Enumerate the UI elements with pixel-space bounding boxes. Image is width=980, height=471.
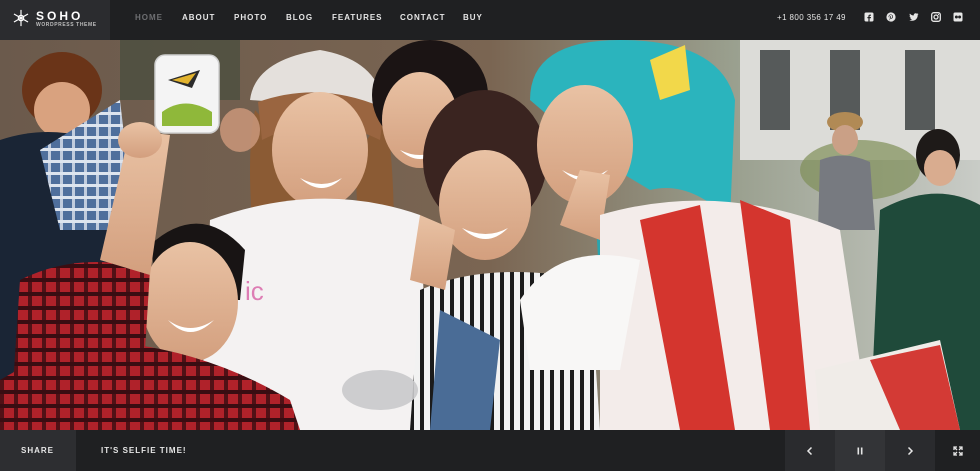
share-button[interactable]: SHARE xyxy=(0,430,76,471)
cosplay-selfie-photo: ic xyxy=(0,40,980,430)
nav-item-blog[interactable]: BLOG xyxy=(286,13,313,22)
nav-item-home[interactable]: HOME xyxy=(135,13,163,22)
next-arrow-icon xyxy=(907,446,914,455)
pause-slide-button[interactable] xyxy=(835,430,885,471)
logo[interactable]: SOHO WORDPRESS THEME xyxy=(0,0,110,40)
fullscreen-icon xyxy=(952,445,963,456)
facebook-icon[interactable] xyxy=(864,12,874,22)
nav-item-about[interactable]: ABOUT xyxy=(182,13,215,22)
twitter-icon[interactable] xyxy=(909,12,919,22)
fullscreen-button[interactable] xyxy=(935,430,980,471)
nav-item-photo[interactable]: PHOTO xyxy=(234,13,267,22)
slide-caption: IT'S SELFIE TIME! xyxy=(101,446,187,455)
logo-name: SOHO xyxy=(36,9,84,23)
hero-slide: ic xyxy=(0,40,980,430)
prev-slide-button[interactable] xyxy=(785,430,835,471)
flickr-icon[interactable] xyxy=(953,12,963,22)
pinterest-icon[interactable] xyxy=(886,12,896,22)
nav-item-features[interactable]: FEATURES xyxy=(332,13,383,22)
svg-text:ic: ic xyxy=(245,276,264,306)
nav-item-buy[interactable]: BUY xyxy=(463,13,483,22)
slider-caption-bar: SHARE IT'S SELFIE TIME! xyxy=(0,430,980,471)
pause-icon xyxy=(857,447,863,454)
top-navigation-bar: SOHO WORDPRESS THEME HOME ABOUT PHOTO BL… xyxy=(0,0,980,40)
nav-item-contact[interactable]: CONTACT xyxy=(400,13,446,22)
prev-arrow-icon xyxy=(806,446,813,455)
phone-number: +1 800 356 17 49 xyxy=(777,13,846,22)
snowflake-logo-icon xyxy=(13,9,29,27)
logo-tagline: WORDPRESS THEME xyxy=(36,22,97,28)
next-slide-button[interactable] xyxy=(885,430,935,471)
instagram-icon[interactable] xyxy=(931,12,941,22)
